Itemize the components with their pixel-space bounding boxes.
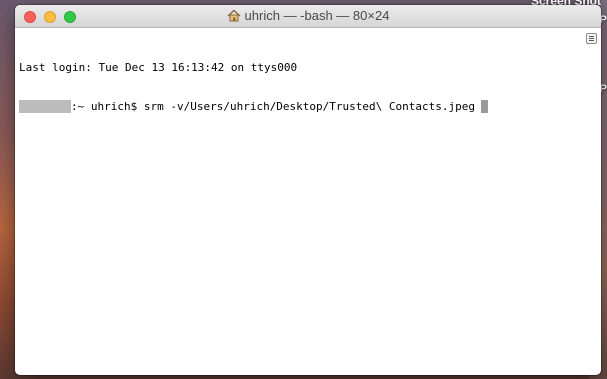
typed-command[interactable]: srm -v/Users/uhrich/Desktop/Trusted\ Con… (144, 100, 475, 113)
window-titlebar[interactable]: uhrich — -bash — 80×24 (15, 5, 601, 28)
home-icon (227, 9, 241, 25)
scrollbar-marks-icon[interactable] (586, 33, 597, 44)
window-title: uhrich — -bash — 80×24 (15, 8, 601, 25)
last-login-line: Last login: Tue Dec 13 16:13:42 on ttys0… (19, 61, 298, 74)
window-title-text: uhrich — -bash — 80×24 (244, 8, 390, 23)
redacted-hostname (19, 100, 71, 113)
shell-prompt: :~ uhrich$ (71, 100, 144, 113)
terminal-output[interactable]: Last login: Tue Dec 13 16:13:42 on ttys0… (15, 28, 601, 375)
text-cursor (481, 100, 488, 113)
terminal-window[interactable]: uhrich — -bash — 80×24 Last login: Tue D… (15, 5, 601, 375)
command-line[interactable]: :~ uhrich$ srm -v/Users/uhrich/Desktop/T… (19, 100, 597, 113)
